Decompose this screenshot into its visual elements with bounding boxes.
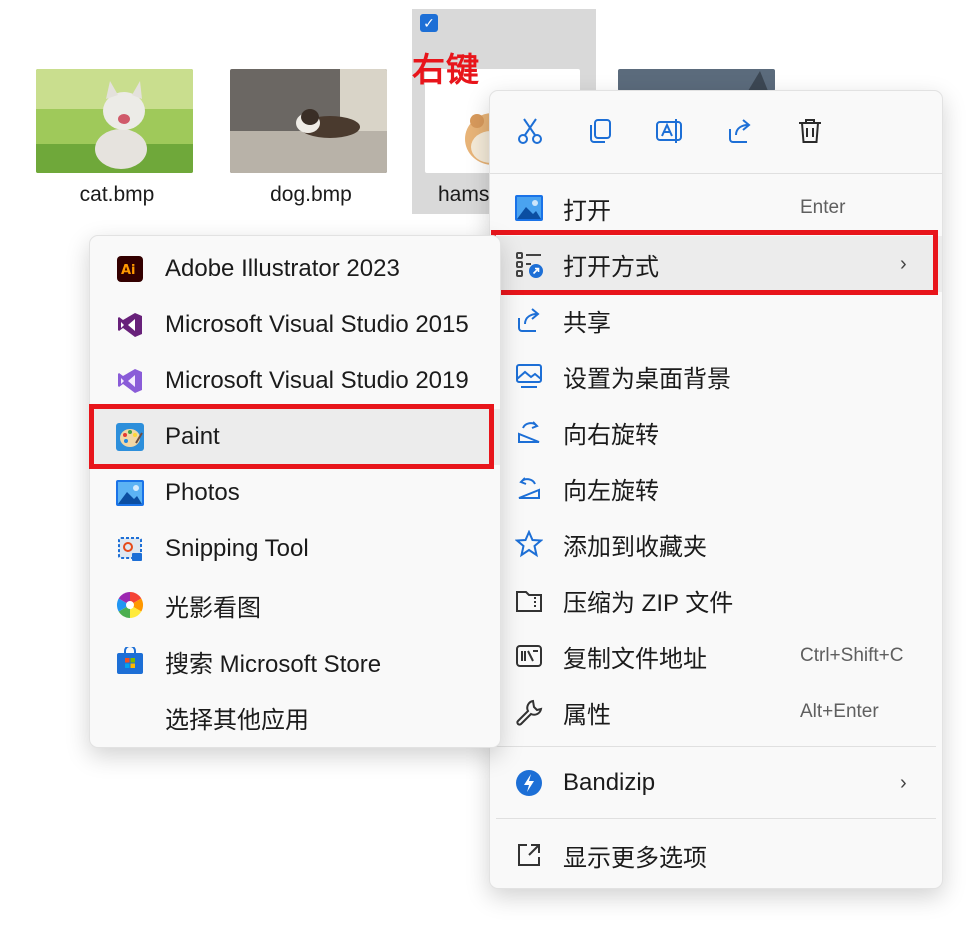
menu-item-label: Bandizip (563, 769, 656, 796)
visual-studio-icon (115, 310, 145, 340)
annotation-label: 右键 (412, 50, 480, 89)
app-item-visual-studio-2019[interactable]: Microsoft Visual Studio 2019 (90, 353, 500, 409)
app-item-label: Microsoft Visual Studio 2019 (165, 367, 469, 394)
share-icon[interactable] (720, 111, 760, 151)
snipping-tool-icon (115, 534, 145, 564)
cat-thumbnail[interactable] (36, 69, 193, 173)
app-item-paint[interactable]: Paint (90, 409, 500, 465)
separator (496, 818, 936, 819)
app-item-search-store[interactable]: 搜索 Microsoft Store (90, 633, 500, 689)
app-item-label: Microsoft Visual Studio 2015 (165, 311, 469, 338)
star-icon (514, 529, 544, 559)
app-item-guangying[interactable]: 光影看图 (90, 577, 500, 633)
copy-icon[interactable] (580, 111, 620, 151)
menu-item-compress-zip[interactable]: 压缩为 ZIP 文件 (490, 572, 942, 628)
menu-item-label: 向右旋转 (563, 421, 659, 449)
menu-item-open[interactable]: 打开 Enter (490, 180, 942, 236)
file-name: cat.bmp (79, 183, 155, 206)
photos-icon (115, 478, 145, 508)
chevron-right-icon: › (900, 252, 907, 275)
file-checkbox[interactable]: ✓ (420, 14, 438, 32)
zip-icon (514, 585, 544, 615)
app-item-label: 搜索 Microsoft Store (165, 650, 382, 678)
separator (490, 173, 942, 174)
cut-icon[interactable] (510, 111, 550, 151)
svg-text:Ai: Ai (121, 263, 136, 278)
app-item-adobe-illustrator[interactable]: Ai Adobe Illustrator 2023 (90, 241, 500, 297)
app-item-visual-studio-2015[interactable]: Microsoft Visual Studio 2015 (90, 297, 500, 353)
menu-item-label: 设置为桌面背景 (563, 365, 731, 393)
app-item-label: Adobe Illustrator 2023 (165, 255, 400, 282)
menu-item-label: 压缩为 ZIP 文件 (563, 589, 734, 617)
context-menu: 打开 Enter 打开方式 › 共享 设置为桌面背景 向右旋转 向左旋转 添加到… (489, 90, 943, 889)
open-with-icon (514, 249, 544, 279)
menu-item-rotate-right[interactable]: 向右旋转 (490, 404, 942, 460)
menu-item-label: 显示更多选项 (563, 844, 707, 872)
app-item-label: 光影看图 (165, 594, 261, 622)
bandizip-icon (514, 768, 544, 798)
menu-item-label: 共享 (563, 309, 611, 337)
menu-item-add-to-favorites[interactable]: 添加到收藏夹 (490, 516, 942, 572)
app-item-label: Paint (165, 423, 220, 450)
menu-item-rotate-left[interactable]: 向左旋转 (490, 460, 942, 516)
menu-item-copy-path[interactable]: 复制文件地址 Ctrl+Shift+C (490, 628, 942, 684)
chevron-right-icon: › (900, 771, 907, 794)
shortcut-label: Enter (800, 197, 846, 218)
app-item-choose-other[interactable]: 选择其他应用 (90, 689, 500, 745)
desktop-background-icon (514, 361, 544, 391)
shortcut-label: Ctrl+Shift+C (800, 645, 904, 666)
menu-item-share[interactable]: 共享 (490, 292, 942, 348)
menu-item-label: 添加到收藏夹 (563, 533, 707, 561)
color-wheel-icon (115, 590, 145, 620)
visual-studio-icon (115, 366, 145, 396)
menu-item-properties[interactable]: 属性 Alt+Enter (490, 684, 942, 740)
menu-item-open-with[interactable]: 打开方式 › (490, 236, 942, 292)
file-name: dog.bmp (270, 183, 352, 206)
shortcut-label: Alt+Enter (800, 701, 879, 722)
show-more-icon (514, 840, 544, 870)
menu-item-set-desktop-background[interactable]: 设置为桌面背景 (490, 348, 942, 404)
wrench-icon (514, 697, 544, 727)
menu-item-label: 属性 (563, 701, 611, 729)
copy-path-icon (514, 641, 544, 671)
share-icon (514, 305, 544, 335)
separator (496, 746, 936, 747)
menu-item-label: 向左旋转 (563, 477, 659, 505)
menu-item-bandizip[interactable]: Bandizip › (490, 755, 942, 811)
rotate-right-icon (514, 417, 544, 447)
menu-item-label: 复制文件地址 (563, 645, 707, 673)
illustrator-icon: Ai (115, 254, 145, 284)
dog-thumbnail[interactable] (230, 69, 387, 173)
image-icon (514, 193, 544, 223)
rename-icon[interactable] (650, 111, 690, 151)
paint-icon (115, 422, 145, 452)
file-thumbnail[interactable] (618, 69, 775, 91)
menu-item-show-more-options[interactable]: 显示更多选项 (490, 827, 942, 883)
menu-item-label: 打开 (563, 197, 611, 225)
app-item-label: 选择其他应用 (165, 706, 309, 734)
app-item-snipping-tool[interactable]: Snipping Tool (90, 521, 500, 577)
delete-icon[interactable] (790, 111, 830, 151)
rotate-left-icon (514, 473, 544, 503)
store-icon (115, 646, 145, 676)
app-item-label: Photos (165, 479, 240, 506)
open-with-submenu: Ai Adobe Illustrator 2023 Microsoft Visu… (89, 235, 501, 748)
app-item-photos[interactable]: Photos (90, 465, 500, 521)
app-item-label: Snipping Tool (165, 535, 309, 562)
menu-item-label: 打开方式 (563, 253, 659, 281)
